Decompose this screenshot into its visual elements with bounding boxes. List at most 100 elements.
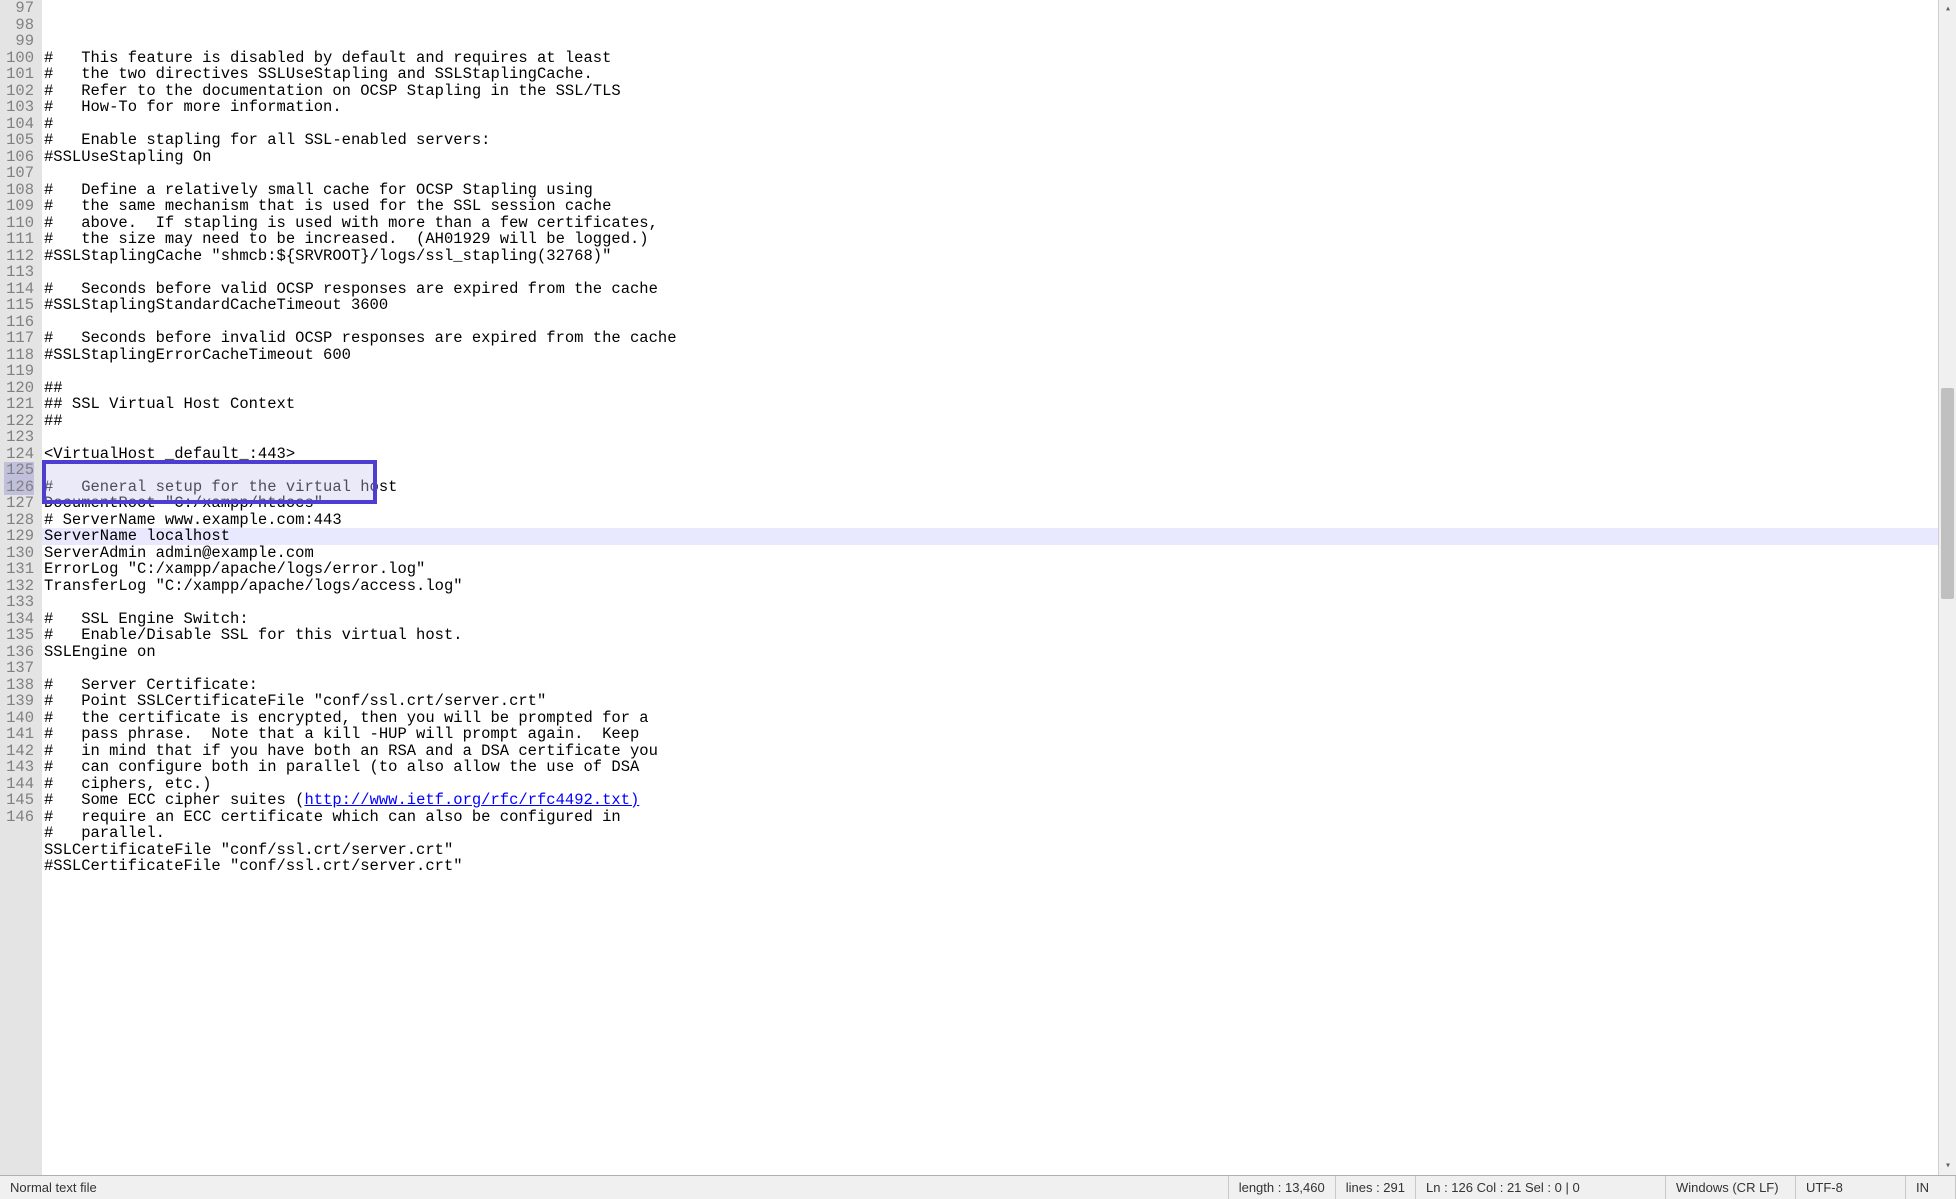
line-number: 120 bbox=[4, 380, 34, 397]
code-line[interactable]: SSLCertificateFile "conf/ssl.crt/server.… bbox=[42, 842, 1938, 859]
line-number: 102 bbox=[4, 83, 34, 100]
line-number: 107 bbox=[4, 165, 34, 182]
code-line[interactable]: <VirtualHost _default_:443> bbox=[42, 446, 1938, 463]
code-line[interactable]: # General setup for the virtual host bbox=[42, 479, 1938, 496]
line-number: 131 bbox=[4, 561, 34, 578]
line-number: 121 bbox=[4, 396, 34, 413]
code-line[interactable]: ErrorLog "C:/xampp/apache/logs/error.log… bbox=[42, 561, 1938, 578]
code-line[interactable]: # Define a relatively small cache for OC… bbox=[42, 182, 1938, 199]
line-number: 127 bbox=[4, 495, 34, 512]
line-number: 103 bbox=[4, 99, 34, 116]
code-line[interactable]: # Enable/Disable SSL for this virtual ho… bbox=[42, 627, 1938, 644]
status-encoding: UTF-8 bbox=[1796, 1176, 1906, 1199]
scroll-up-arrow-icon[interactable]: ▴ bbox=[1939, 0, 1956, 18]
code-line[interactable]: SSLEngine on bbox=[42, 644, 1938, 661]
scroll-down-arrow-icon[interactable]: ▾ bbox=[1939, 1157, 1956, 1175]
line-number: 130 bbox=[4, 545, 34, 562]
line-number: 116 bbox=[4, 314, 34, 331]
line-number: 132 bbox=[4, 578, 34, 595]
line-number: 105 bbox=[4, 132, 34, 149]
status-lines: lines : 291 bbox=[1336, 1176, 1416, 1199]
code-line[interactable]: TransferLog "C:/xampp/apache/logs/access… bbox=[42, 578, 1938, 595]
url-link[interactable]: http://www.ietf.org/rfc/rfc4492.txt) bbox=[304, 791, 639, 809]
code-line[interactable]: # Point SSLCertificateFile "conf/ssl.crt… bbox=[42, 693, 1938, 710]
code-line[interactable]: # in mind that if you have both an RSA a… bbox=[42, 743, 1938, 760]
code-line[interactable] bbox=[42, 462, 1938, 479]
line-number: 146 bbox=[4, 809, 34, 826]
code-line[interactable]: # Server Certificate: bbox=[42, 677, 1938, 694]
code-line[interactable]: #SSLStaplingCache "shmcb:${SRVROOT}/logs… bbox=[42, 248, 1938, 265]
code-line[interactable]: # bbox=[42, 116, 1938, 133]
line-number: 136 bbox=[4, 644, 34, 661]
line-number: 138 bbox=[4, 677, 34, 694]
code-line[interactable]: # can configure both in parallel (to als… bbox=[42, 759, 1938, 776]
code-line[interactable]: # Seconds before valid OCSP responses ar… bbox=[42, 281, 1938, 298]
code-line[interactable]: # Some ECC cipher suites (http://www.iet… bbox=[42, 792, 1938, 809]
code-line[interactable]: # the certificate is encrypted, then you… bbox=[42, 710, 1938, 727]
line-number: 137 bbox=[4, 660, 34, 677]
code-line[interactable]: # Enable stapling for all SSL-enabled se… bbox=[42, 132, 1938, 149]
line-number: 114 bbox=[4, 281, 34, 298]
status-eol: Windows (CR LF) bbox=[1666, 1176, 1796, 1199]
line-number: 133 bbox=[4, 594, 34, 611]
code-line[interactable]: ## SSL Virtual Host Context bbox=[42, 396, 1938, 413]
line-number: 104 bbox=[4, 116, 34, 133]
line-number: 99 bbox=[4, 33, 34, 50]
line-number: 139 bbox=[4, 693, 34, 710]
code-line[interactable]: ## bbox=[42, 380, 1938, 397]
code-line[interactable]: #SSLUseStapling On bbox=[42, 149, 1938, 166]
code-line[interactable]: # above. If stapling is used with more t… bbox=[42, 215, 1938, 232]
code-line[interactable]: #SSLStaplingStandardCacheTimeout 3600 bbox=[42, 297, 1938, 314]
line-number: 135 bbox=[4, 627, 34, 644]
code-line[interactable]: ## bbox=[42, 413, 1938, 430]
code-line[interactable]: ServerName localhost bbox=[42, 528, 1938, 545]
code-line[interactable] bbox=[42, 264, 1938, 281]
code-line[interactable] bbox=[42, 165, 1938, 182]
code-line[interactable]: # ServerName www.example.com:443 bbox=[42, 512, 1938, 529]
code-line[interactable]: # the size may need to be increased. (AH… bbox=[42, 231, 1938, 248]
code-line[interactable]: # ciphers, etc.) bbox=[42, 776, 1938, 793]
code-line[interactable] bbox=[42, 314, 1938, 331]
code-line[interactable]: # pass phrase. Note that a kill -HUP wil… bbox=[42, 726, 1938, 743]
line-number: 119 bbox=[4, 363, 34, 380]
code-line[interactable]: DocumentRoot "C:/xampp/htdocs" bbox=[42, 495, 1938, 512]
code-line[interactable]: # the same mechanism that is used for th… bbox=[42, 198, 1938, 215]
code-line[interactable]: # parallel. bbox=[42, 825, 1938, 842]
line-number: 98 bbox=[4, 17, 34, 34]
line-number: 141 bbox=[4, 726, 34, 743]
code-line[interactable]: # Refer to the documentation on OCSP Sta… bbox=[42, 83, 1938, 100]
code-line[interactable]: # How-To for more information. bbox=[42, 99, 1938, 116]
line-number: 109 bbox=[4, 198, 34, 215]
code-line[interactable] bbox=[42, 363, 1938, 380]
code-area[interactable]: # This feature is disabled by default an… bbox=[42, 0, 1938, 1175]
status-file-type: Normal text file bbox=[0, 1176, 1229, 1199]
code-line[interactable]: #SSLCertificateFile "conf/ssl.crt/server… bbox=[42, 858, 1938, 875]
code-line[interactable]: # Seconds before invalid OCSP responses … bbox=[42, 330, 1938, 347]
line-number: 115 bbox=[4, 297, 34, 314]
status-position: Ln : 126 Col : 21 Sel : 0 | 0 bbox=[1416, 1176, 1666, 1199]
code-line[interactable]: # This feature is disabled by default an… bbox=[42, 50, 1938, 67]
code-line[interactable]: # the two directives SSLUseStapling and … bbox=[42, 66, 1938, 83]
line-number: 143 bbox=[4, 759, 34, 776]
vertical-scrollbar[interactable]: ▴ ▾ bbox=[1938, 0, 1956, 1175]
code-line[interactable]: ServerAdmin admin@example.com bbox=[42, 545, 1938, 562]
status-length: length : 13,460 bbox=[1229, 1176, 1336, 1199]
line-number: 108 bbox=[4, 182, 34, 199]
code-line[interactable] bbox=[42, 660, 1938, 677]
code-line[interactable]: # require an ECC certificate which can a… bbox=[42, 809, 1938, 826]
line-number: 110 bbox=[4, 215, 34, 232]
line-number: 145 bbox=[4, 792, 34, 809]
code-line[interactable]: #SSLStaplingErrorCacheTimeout 600 bbox=[42, 347, 1938, 364]
status-insert-mode: IN bbox=[1906, 1176, 1956, 1199]
line-number: 128 bbox=[4, 512, 34, 529]
scrollbar-thumb[interactable] bbox=[1941, 388, 1954, 600]
line-number: 113 bbox=[4, 264, 34, 281]
code-line[interactable] bbox=[42, 594, 1938, 611]
code-line[interactable] bbox=[42, 429, 1938, 446]
line-number: 106 bbox=[4, 149, 34, 166]
status-bar: Normal text file length : 13,460 lines :… bbox=[0, 1175, 1956, 1199]
line-number: 100 bbox=[4, 50, 34, 67]
line-number: 122 bbox=[4, 413, 34, 430]
code-line[interactable]: # SSL Engine Switch: bbox=[42, 611, 1938, 628]
line-number: 144 bbox=[4, 776, 34, 793]
